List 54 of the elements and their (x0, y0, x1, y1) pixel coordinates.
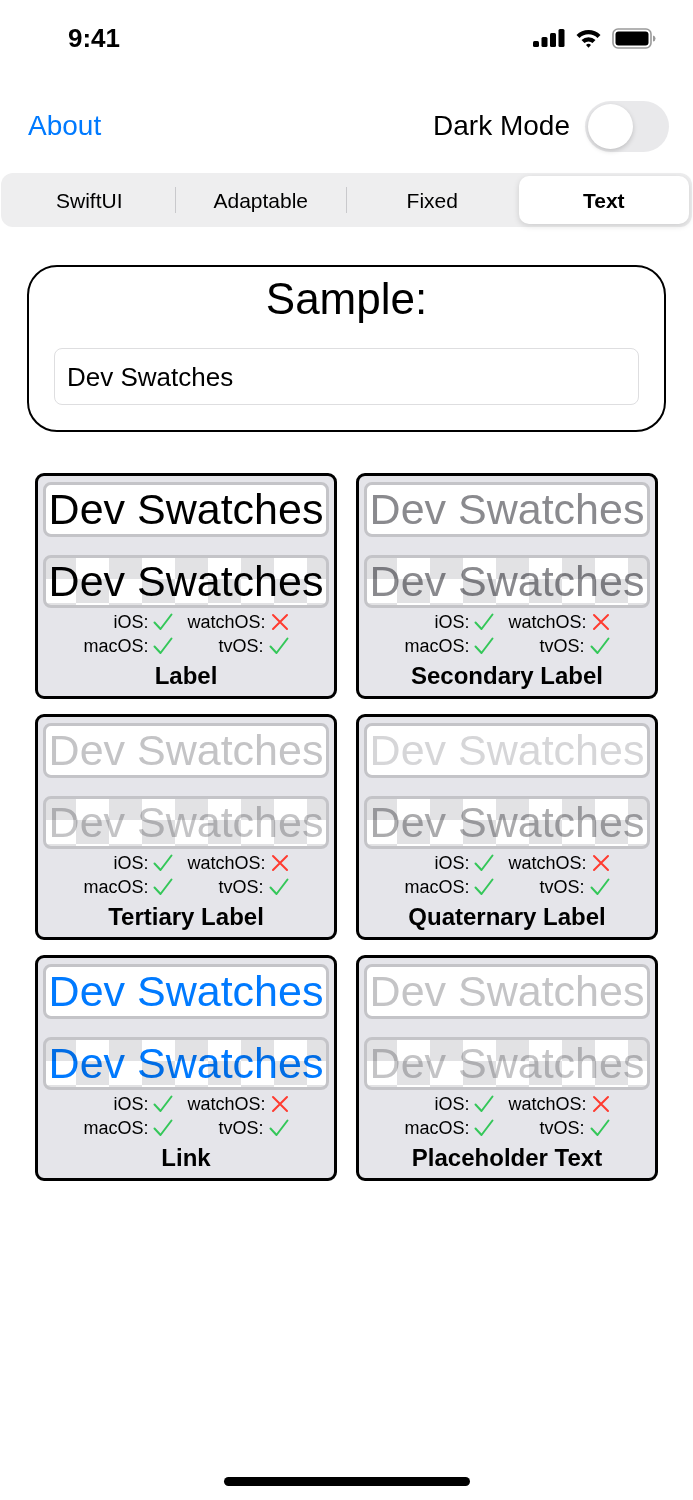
swatch-title: Secondary Label (410, 663, 604, 688)
checkerboard-text: Dev Swatches (48, 801, 324, 844)
checkerboard-text: Dev Swatches (369, 1042, 645, 1085)
platform-label: watchOS: (187, 1095, 266, 1113)
platform-label: iOS: (434, 1095, 470, 1113)
toggle-switch[interactable] (585, 100, 669, 152)
text-field[interactable]: Dev Swatches (54, 348, 639, 405)
swatch-title: Link (161, 1145, 211, 1170)
segment-tab[interactable]: Fixed (347, 176, 518, 224)
platform-label: iOS: (113, 854, 149, 872)
platform-label: tvOS: (218, 878, 264, 896)
platform-label: tvOS: (218, 1119, 264, 1137)
platform-label: tvOS: (539, 1119, 585, 1137)
signal-icon (533, 29, 565, 47)
platform-label: iOS: (113, 1095, 149, 1113)
battery-icon (612, 27, 656, 49)
platform-label: macOS: (404, 878, 470, 896)
wifi-icon (575, 28, 602, 48)
checkerboard-text: Dev Swatches (369, 801, 645, 844)
swatch-title: Label (154, 663, 218, 688)
platform-label: macOS: (404, 637, 470, 655)
platform-label: watchOS: (187, 613, 266, 631)
swatch-title: Tertiary Label (108, 904, 264, 929)
preview-text: Dev Swatches (369, 488, 645, 531)
preview-text: Dev Swatches (48, 970, 324, 1013)
preview-text: Dev Swatches (48, 488, 324, 531)
platform-label: macOS: (83, 637, 149, 655)
platform-label: watchOS: (508, 1095, 587, 1113)
segment-tab[interactable]: Text (518, 176, 689, 224)
sample-title: Sample: (265, 275, 428, 323)
platform-label: watchOS: (508, 854, 587, 872)
platform-label: iOS: (434, 854, 470, 872)
platform-label: iOS: (113, 613, 149, 631)
platform-label: iOS: (434, 613, 470, 631)
swatch-title: Placeholder Text (411, 1145, 603, 1170)
platform-label: tvOS: (218, 637, 264, 655)
segment-tab[interactable]: Adaptable (175, 176, 346, 224)
platform-label: macOS: (404, 1119, 470, 1137)
platform-label: macOS: (83, 1119, 149, 1137)
checkerboard-text: Dev Swatches (369, 560, 645, 603)
status-time: 9:41 (68, 25, 121, 51)
checkerboard-text: Dev Swatches (48, 560, 324, 603)
platform-label: tvOS: (539, 878, 585, 896)
dark-mode-label: Dark Mode (433, 112, 570, 140)
segment-tab[interactable]: SwiftUI (4, 176, 175, 224)
platform-label: macOS: (83, 878, 149, 896)
about-link[interactable]: About (28, 112, 102, 140)
platform-label: watchOS: (187, 854, 266, 872)
platform-label: tvOS: (539, 637, 585, 655)
platform-label: watchOS: (508, 613, 587, 631)
swatch-title: Quaternary Label (408, 904, 606, 929)
checkerboard-text: Dev Swatches (48, 1042, 324, 1085)
preview-text: Dev Swatches (48, 729, 324, 772)
preview-text: Dev Swatches (369, 970, 645, 1013)
